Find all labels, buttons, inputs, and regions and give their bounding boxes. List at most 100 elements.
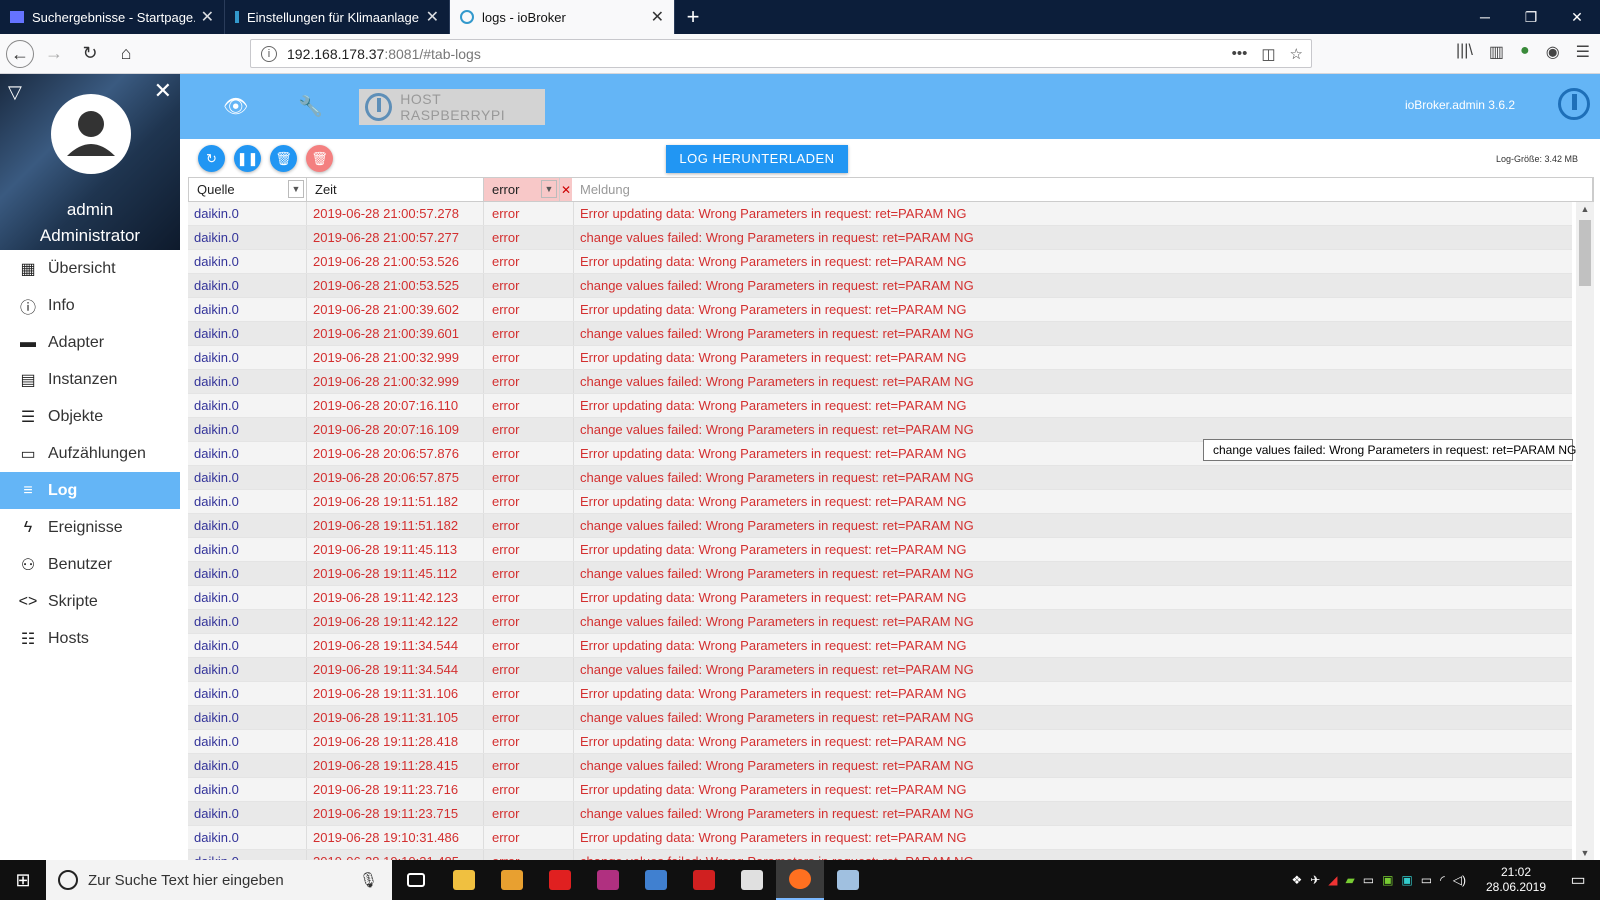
home-icon[interactable]: ⌂ — [110, 43, 142, 64]
chevron-down-icon[interactable]: ▼ — [541, 180, 557, 198]
notification-icon[interactable]: ▭ — [1556, 870, 1600, 890]
tray-acrobat-icon[interactable]: ◢ — [1328, 873, 1337, 887]
sidebar-item-8[interactable]: ⚇ Benutzer — [0, 546, 180, 583]
log-row[interactable]: daikin.0 2019-06-28 19:11:45.112 error chan… — [188, 562, 1572, 586]
log-row[interactable]: daikin.0 2019-06-28 19:11:23.715 error chan… — [188, 802, 1572, 826]
browser-tab-2[interactable]: logs - ioBroker ✕ — [450, 0, 675, 34]
source-filter[interactable]: Quelle ▼ — [189, 178, 307, 201]
log-row[interactable]: daikin.0 2019-06-28 21:00:32.999 error Erro… — [188, 346, 1572, 370]
sidebar-item-7[interactable]: ϟ Ereignisse — [0, 509, 180, 546]
extension-icon[interactable]: ● — [1520, 42, 1530, 62]
close-tab-icon[interactable]: ✕ — [651, 7, 664, 27]
wrench-icon[interactable]: 🔧 — [298, 94, 323, 119]
bookmark-star-icon[interactable]: ☆ — [1290, 45, 1303, 63]
taskbar-firefox-icon[interactable] — [776, 860, 824, 900]
log-row[interactable]: daikin.0 2019-06-28 19:11:34.544 error Erro… — [188, 634, 1572, 658]
log-row[interactable]: daikin.0 2019-06-28 21:00:53.525 error chan… — [188, 274, 1572, 298]
log-row[interactable]: daikin.0 2019-06-28 21:00:57.278 error Erro… — [188, 202, 1572, 226]
taskbar-media-player-icon[interactable] — [488, 860, 536, 900]
minimize-icon[interactable]: ─ — [1462, 0, 1508, 34]
log-row[interactable]: daikin.0 2019-06-28 20:06:57.875 error chan… — [188, 466, 1572, 490]
sidebar-item-10[interactable]: ☷ Hosts — [0, 620, 180, 657]
time-filter[interactable]: Zeit — [307, 178, 484, 201]
sidebar-item-1[interactable]: ⓘ Info — [0, 287, 180, 324]
sidebar-item-3[interactable]: ▤ Instanzen — [0, 361, 180, 398]
close-sidebar-icon[interactable]: ✕ — [154, 78, 172, 104]
sidebar-item-4[interactable]: ☰ Objekte — [0, 398, 180, 435]
windows-start-icon[interactable]: ⊞ — [0, 860, 46, 900]
log-row[interactable]: daikin.0 2019-06-28 19:11:31.105 error chan… — [188, 706, 1572, 730]
log-row[interactable]: daikin.0 2019-06-28 21:00:39.602 error Erro… — [188, 298, 1572, 322]
log-row[interactable]: daikin.0 2019-06-28 19:11:34.544 error chan… — [188, 658, 1572, 682]
scroll-down-icon[interactable]: ▼ — [1576, 848, 1594, 858]
page-actions-icon[interactable]: ••• — [1232, 45, 1248, 63]
taskbar-mail-icon[interactable] — [728, 860, 776, 900]
wifi-icon[interactable]: ◜ — [1440, 873, 1445, 887]
forward-icon[interactable]: → — [38, 43, 70, 64]
log-row[interactable]: daikin.0 2019-06-28 19:11:51.182 error chan… — [188, 514, 1572, 538]
maximize-icon[interactable]: ❐ — [1508, 0, 1554, 34]
delete-all-icon[interactable]: 🗑 — [306, 145, 333, 172]
host-selector-button[interactable]: HOST RASPBERRYPI — [359, 89, 545, 125]
site-info-icon[interactable]: i — [261, 45, 277, 62]
pocket-icon[interactable]: ◫ — [1261, 45, 1275, 63]
tray-app-icon[interactable]: ▣ — [1382, 873, 1393, 887]
sidebar-item-9[interactable]: <> Skripte — [0, 583, 180, 620]
account-icon[interactable]: ◉ — [1546, 42, 1560, 62]
volume-icon[interactable]: ◁) — [1453, 873, 1466, 887]
browser-tab-0[interactable]: Suchergebnisse - Startpage.com ✕ — [0, 0, 225, 34]
log-row[interactable]: daikin.0 2019-06-28 19:11:28.415 error chan… — [188, 754, 1572, 778]
sidebar-item-0[interactable]: ▦ Übersicht — [0, 250, 180, 287]
log-row[interactable]: daikin.0 2019-06-28 19:11:45.113 error Erro… — [188, 538, 1572, 562]
message-filter-input[interactable]: Meldung — [572, 178, 1593, 201]
close-tab-icon[interactable]: ✕ — [426, 7, 439, 27]
close-window-icon[interactable]: ✕ — [1554, 0, 1600, 34]
tray-app-icon[interactable]: ❖ — [1291, 873, 1302, 887]
log-row[interactable]: daikin.0 2019-06-28 19:11:42.123 error Erro… — [188, 586, 1572, 610]
taskbar-file-explorer-icon[interactable] — [440, 860, 488, 900]
log-row[interactable]: daikin.0 2019-06-28 21:00:39.601 error chan… — [188, 322, 1572, 346]
battery-icon[interactable]: ▭ — [1421, 873, 1432, 887]
tray-app-icon[interactable]: ✈ — [1310, 873, 1320, 887]
sidebar-item-6[interactable]: ≡ Log — [0, 472, 180, 509]
microphone-icon[interactable]: 🎙 — [359, 871, 378, 889]
pause-icon[interactable]: ❚❚ — [234, 145, 261, 172]
log-row[interactable]: daikin.0 2019-06-28 20:07:16.110 error Erro… — [188, 394, 1572, 418]
scrollbar-thumb[interactable] — [1579, 220, 1591, 286]
log-row[interactable]: daikin.02019-06-28 19:10:31.485errorchan… — [188, 850, 1572, 860]
chevron-down-icon[interactable]: ▼ — [288, 180, 304, 198]
taskbar-mp3-app-icon[interactable] — [536, 860, 584, 900]
hamburger-menu-icon[interactable]: ☰ — [1576, 42, 1590, 62]
clear-filter-icon[interactable]: ✕ — [560, 178, 572, 201]
log-scrollbar[interactable]: ▲ ▼ — [1576, 202, 1594, 860]
scroll-up-icon[interactable]: ▲ — [1576, 204, 1594, 214]
taskbar-search[interactable]: Zur Suche Text hier eingeben 🎙 — [46, 860, 392, 900]
log-row[interactable]: daikin.0 2019-06-28 19:10:31.486 error Erro… — [188, 826, 1572, 850]
log-row[interactable]: daikin.0 2019-06-28 21:00:32.999 error chan… — [188, 370, 1572, 394]
tray-app-icon[interactable]: ▭ — [1363, 873, 1374, 887]
level-filter[interactable]: error ▼ — [484, 178, 560, 201]
download-log-button[interactable]: LOG HERUNTERLADEN — [666, 145, 848, 173]
taskbar-clock[interactable]: 21:02 28.06.2019 — [1476, 865, 1556, 895]
log-row[interactable]: daikin.0 2019-06-28 19:11:28.418 error Erro… — [188, 730, 1572, 754]
new-tab-button[interactable]: + — [675, 0, 711, 34]
library-icon[interactable]: |||\ — [1456, 42, 1473, 62]
reload-icon[interactable]: ↻ — [74, 43, 106, 64]
log-row[interactable]: daikin.0 2019-06-28 19:11:31.106 error Erro… — [188, 682, 1572, 706]
taskbar-task-view-icon[interactable] — [392, 860, 440, 900]
tray-nvidia-icon[interactable]: ▰ — [1346, 873, 1355, 887]
power-icon[interactable] — [1558, 88, 1590, 120]
browser-tab-1[interactable]: Einstellungen für Klimaanlage D ✕ — [225, 0, 450, 34]
address-bar[interactable]: i 192.168.178.37:8081/#tab-logs ••• ◫ ☆ — [250, 39, 1312, 68]
back-icon[interactable]: ← — [6, 39, 34, 68]
tray-app-icon[interactable]: ▣ — [1401, 873, 1412, 887]
taskbar-network-app-icon[interactable] — [632, 860, 680, 900]
refresh-icon[interactable]: ↻ — [198, 145, 225, 172]
taskbar-misc-app-icon[interactable] — [824, 860, 872, 900]
log-row[interactable]: daikin.0 2019-06-28 21:00:53.526 error Erro… — [188, 250, 1572, 274]
log-row[interactable]: daikin.0 2019-06-28 19:11:23.716 error Erro… — [188, 778, 1572, 802]
sidebar-item-5[interactable]: ▭ Aufzählungen — [0, 435, 180, 472]
taskbar-acrobat-icon[interactable] — [680, 860, 728, 900]
sidebar-item-2[interactable]: ▬ Adapter — [0, 324, 180, 361]
log-row[interactable]: daikin.0 2019-06-28 19:11:42.122 error chan… — [188, 610, 1572, 634]
